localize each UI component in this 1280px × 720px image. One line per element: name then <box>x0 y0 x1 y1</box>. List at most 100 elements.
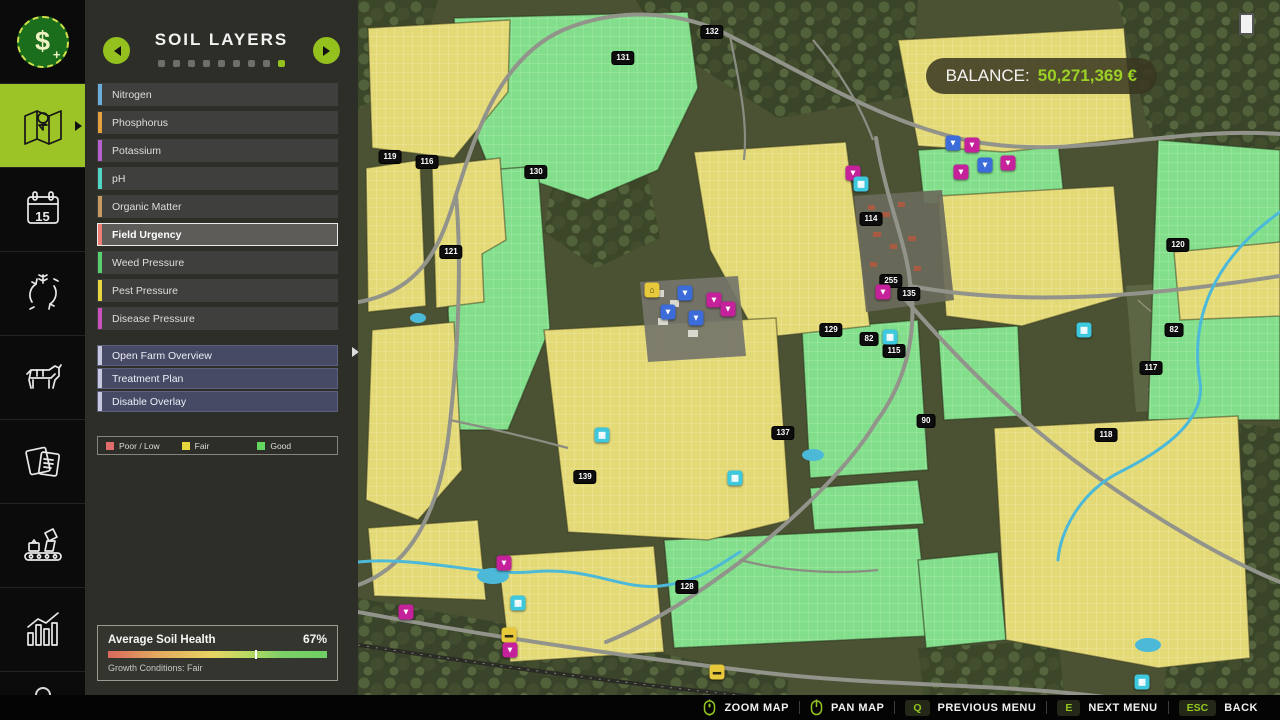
production-marker[interactable]: ▼ <box>399 605 414 620</box>
layer-accent <box>98 196 102 217</box>
field-number-badge: 82 <box>860 332 879 346</box>
field-number-badge: 90 <box>917 414 936 428</box>
prev-page-button[interactable] <box>103 37 130 64</box>
field-number-badge: 117 <box>1140 361 1163 375</box>
field-number-badge: 82 <box>1165 323 1184 337</box>
mouse-wheel-icon <box>703 699 716 716</box>
layer-disease-pressure[interactable]: Disease Pressure <box>97 307 338 330</box>
sidebar-item-statistics[interactable] <box>0 588 85 672</box>
field-number-badge: 129 <box>819 323 842 337</box>
production-marker[interactable]: ▼ <box>876 285 891 300</box>
layer-pest-pressure[interactable]: Pest Pressure <box>97 279 338 302</box>
sidebar-item-calendar[interactable]: 15 <box>0 168 85 252</box>
sidebar-item-crop-rotation[interactable] <box>0 252 85 336</box>
controls-bar: ZOOM MAP PAN MAP Q PREVIOUS MENU E NEXT … <box>0 695 1280 720</box>
page-dot <box>263 60 270 67</box>
soil-layer-list: Nitrogen Phosphorus Potassium pH Organic… <box>97 83 338 330</box>
key-e-badge: E <box>1057 700 1080 716</box>
layer-accent <box>98 308 102 329</box>
page-dot <box>158 60 165 67</box>
layer-organic-matter[interactable]: Organic Matter <box>97 195 338 218</box>
production-marker[interactable]: ▼ <box>503 643 518 658</box>
field-number-badge: 131 <box>611 51 634 65</box>
arrow-left-icon <box>109 46 121 56</box>
next-menu-hint: E NEXT MENU <box>1057 700 1157 716</box>
map-icon <box>19 104 67 148</box>
water-plant-marker[interactable]: ▦ <box>1135 675 1150 690</box>
selling-point-marker[interactable]: ▦ <box>728 471 743 486</box>
partial-icon <box>35 687 51 695</box>
production-marker[interactable]: ▼ <box>954 165 969 180</box>
layer-accent <box>98 84 102 105</box>
selling-point-marker[interactable]: ▦ <box>883 330 898 345</box>
divider <box>799 701 800 714</box>
farm-silo-marker[interactable]: ▼ <box>661 305 676 320</box>
selling-point-marker[interactable]: ▦ <box>595 428 610 443</box>
production-marker[interactable]: ▼ <box>721 302 736 317</box>
sidebar-item-contracts[interactable] <box>0 420 85 504</box>
button-accent <box>98 392 102 411</box>
button-accent <box>98 369 102 388</box>
sidebar-item-production[interactable] <box>0 504 85 588</box>
selling-point-marker[interactable]: ▦ <box>511 596 526 611</box>
production-marker[interactable]: ▼ <box>965 138 980 153</box>
disable-overlay-button[interactable]: Disable Overlay <box>97 391 338 412</box>
panel-header: SOIL LAYERS <box>85 0 358 58</box>
page-dot <box>203 60 210 67</box>
silo-marker[interactable]: ▼ <box>678 286 693 301</box>
selling-point-marker[interactable]: ▦ <box>1077 323 1092 338</box>
layer-phosphorus[interactable]: Phosphorus <box>97 111 338 134</box>
train-point-marker[interactable]: ▬ <box>502 628 517 643</box>
balance-badge: BALANCE: 50,271,369 € <box>926 58 1157 94</box>
main-menu-sidebar: $ + 15 <box>0 0 85 695</box>
shop-marker[interactable]: ▼ <box>946 136 961 151</box>
layer-potassium[interactable]: Potassium <box>97 139 338 162</box>
statistics-icon <box>20 607 66 653</box>
selling-point-marker[interactable]: ▦ <box>854 177 869 192</box>
animal-dealer-marker[interactable]: ⌂ <box>645 283 660 298</box>
money-icon: $ + <box>17 16 69 68</box>
sidebar-item-map[interactable] <box>0 84 85 168</box>
field-number-badge: 139 <box>573 470 596 484</box>
world-map[interactable]: 1191161301211311321142551351298211512082… <box>358 0 1280 695</box>
soil-health-value: 67% <box>303 632 327 646</box>
layer-nitrogen[interactable]: Nitrogen <box>97 83 338 106</box>
page-dot <box>173 60 180 67</box>
layer-weed-pressure[interactable]: Weed Pressure <box>97 251 338 274</box>
sidebar-item-more[interactable] <box>0 672 85 695</box>
legend-swatch-fair <box>182 442 190 450</box>
layer-accent <box>98 112 102 133</box>
overlay-legend: Poor / Low Fair Good <box>97 436 338 455</box>
back-hint: ESC BACK <box>1179 700 1258 716</box>
treatment-plan-button[interactable]: Treatment Plan <box>97 368 338 389</box>
open-farm-overview-button[interactable]: Open Farm Overview <box>97 345 338 366</box>
field-number-badge: 114 <box>860 212 883 226</box>
field-number-badge: 137 <box>771 426 794 440</box>
layer-accent <box>98 168 102 189</box>
field-number-badge: 120 <box>1166 238 1189 252</box>
arrow-right-icon <box>323 46 335 56</box>
production-marker[interactable]: ▼ <box>497 556 512 571</box>
train-point-marker[interactable]: ▬ <box>710 665 725 680</box>
divider <box>1168 701 1169 714</box>
layer-accent <box>98 252 102 273</box>
panel-actions: Open Farm Overview Treatment Plan Disabl… <box>97 345 338 412</box>
divider <box>1046 701 1047 714</box>
soil-health-marker <box>255 650 257 659</box>
silo-marker[interactable]: ▼ <box>978 158 993 173</box>
layer-field-urgency[interactable]: Field Urgency <box>97 223 338 246</box>
field-number-badge: 130 <box>524 165 547 179</box>
balance-label: BALANCE: <box>946 66 1030 86</box>
next-page-button[interactable] <box>313 37 340 64</box>
storage-marker[interactable]: ▼ <box>689 311 704 326</box>
sidebar-item-animals[interactable] <box>0 336 85 420</box>
field-number-badge: 119 <box>379 150 402 164</box>
soil-layers-panel: SOIL LAYERS Nitrogen Phosphorus Potassiu… <box>85 0 358 695</box>
sidebar-item-finances[interactable]: $ + <box>0 0 85 84</box>
production-marker[interactable]: ▼ <box>1001 156 1016 171</box>
crop-rotation-icon <box>20 271 66 317</box>
page-dot <box>278 60 285 67</box>
layer-ph[interactable]: pH <box>97 167 338 190</box>
legend-poor: Poor / Low <box>106 441 178 451</box>
production-marker[interactable]: ▼ <box>707 293 722 308</box>
